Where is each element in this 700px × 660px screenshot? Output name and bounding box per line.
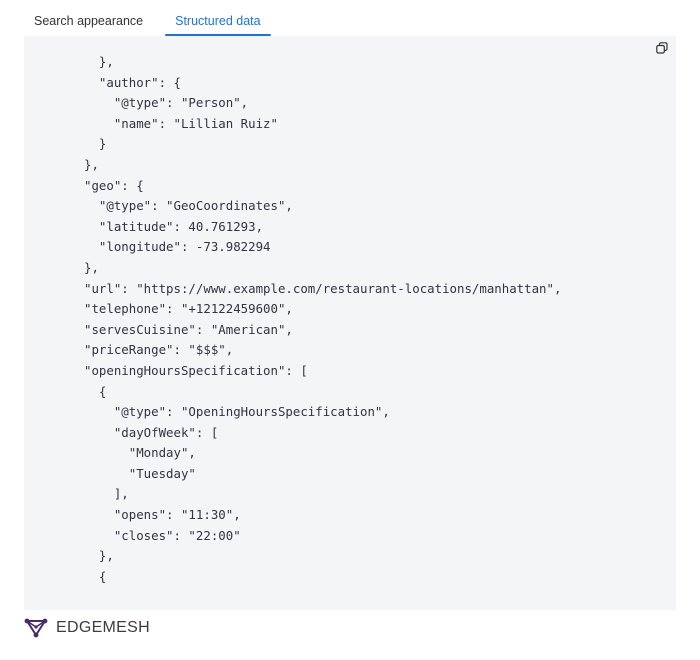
code-line: }, <box>84 54 114 69</box>
json-code-block: }, "author": { "@type": "Person", "name"… <box>84 52 561 587</box>
code-line: "opens": "11:30", <box>84 507 241 523</box>
code-line: "priceRange": "$$$", <box>84 342 234 358</box>
tab-structured-data[interactable]: Structured data <box>165 14 272 36</box>
code-line: "url": "https://www.example.com/restaura… <box>84 280 562 296</box>
code-line: "Monday", <box>84 445 196 461</box>
code-line: "latitude": 40.761293, <box>84 218 264 234</box>
code-line: { <box>84 568 107 584</box>
brand-name: EDGEMESH <box>56 619 150 636</box>
code-line: "closes": "22:00" <box>84 527 241 543</box>
code-line: "longitude": -73.982294 <box>84 239 271 255</box>
code-line: "dayOfWeek": [ <box>84 424 219 440</box>
code-panel: }, "author": { "@type": "Person", "name"… <box>24 36 676 610</box>
code-line: "telephone": "+12122459600", <box>84 301 293 317</box>
tab-search-appearance[interactable]: Search appearance <box>24 14 153 36</box>
copy-icon <box>656 42 668 54</box>
code-line: { <box>84 383 107 399</box>
code-line: "Tuesday" <box>84 465 196 481</box>
code-line: }, <box>84 259 99 275</box>
code-line: "author": { <box>84 74 181 90</box>
code-line: "@type": "OpeningHoursSpecification", <box>84 404 390 420</box>
code-line: "@type": "Person", <box>84 95 249 111</box>
code-line: "openingHoursSpecification": [ <box>84 362 308 378</box>
edgemesh-logo-icon <box>24 618 48 638</box>
tab-bar: Search appearance Structured data <box>24 0 283 36</box>
brand: EDGEMESH <box>24 616 150 640</box>
copy-button[interactable] <box>654 40 670 56</box>
code-line: "geo": { <box>84 177 144 193</box>
code-line: "name": "Lillian Ruiz" <box>84 115 278 131</box>
code-line: }, <box>84 156 99 172</box>
code-line: }, <box>84 548 114 564</box>
code-line: "@type": "GeoCoordinates", <box>84 198 293 214</box>
code-line: ], <box>84 486 129 502</box>
code-line: } <box>84 136 107 152</box>
code-line: "servesCuisine": "American", <box>84 321 293 337</box>
